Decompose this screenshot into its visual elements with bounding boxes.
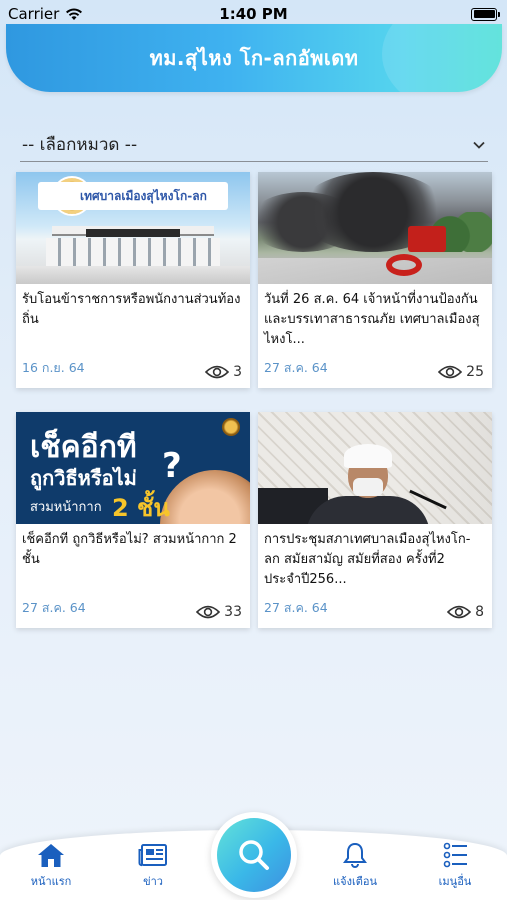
view-count-value: 25 bbox=[466, 364, 484, 380]
clock: 1:40 PM bbox=[219, 5, 288, 23]
app-header: ทม.สุไหง โก-ลกอัพเดท bbox=[6, 24, 502, 92]
page-title: ทม.สุไหง โก-ลกอัพเดท bbox=[149, 46, 359, 70]
nav-notifications[interactable]: แจ้งเตือน bbox=[320, 842, 390, 890]
view-count-value: 33 bbox=[224, 604, 242, 620]
search-button[interactable] bbox=[211, 812, 297, 898]
image-text-line3: สวมหน้ากาก bbox=[30, 500, 102, 515]
carrier-label: Carrier bbox=[8, 5, 60, 23]
news-card[interactable]: เช็คอีกที ? ถูกวิธีหรือไม่ สวมหน้ากาก 2 … bbox=[16, 412, 250, 628]
category-dropdown[interactable]: -- เลือกหมวด -- bbox=[20, 128, 488, 162]
bottom-navigation: หน้าแรก ข่าว แจ้งเตือน เมนูอื่น bbox=[0, 812, 507, 900]
nav-home[interactable]: หน้าแรก bbox=[16, 842, 86, 890]
image-banner-text: เทศบาลเมืองสุไหงโก-ลก bbox=[38, 182, 228, 210]
news-date: 27 ส.ค. 64 bbox=[264, 600, 328, 615]
news-image-fire-smoke bbox=[258, 172, 492, 284]
nav-news[interactable]: ข่าว bbox=[118, 842, 188, 890]
nav-more[interactable]: เมนูอื่น bbox=[420, 842, 490, 890]
view-count-value: 8 bbox=[475, 604, 484, 620]
news-image-council-meeting bbox=[258, 412, 492, 524]
news-date: 16 ก.ย. 64 bbox=[22, 360, 85, 375]
eye-icon bbox=[447, 605, 472, 619]
news-card[interactable]: การประชุมสภาเทศบาลเมืองสุไหงโก-ลก สมัยสา… bbox=[258, 412, 492, 628]
nav-news-label: ข่าว bbox=[143, 875, 163, 888]
news-card[interactable]: เทศบาลเมืองสุไหงโก-ลก รับโอนข้าราชการหรื… bbox=[16, 172, 250, 388]
category-selected-value: -- เลือกหมวด -- bbox=[22, 135, 138, 155]
eye-icon bbox=[196, 605, 221, 619]
view-count: 8 bbox=[447, 604, 484, 620]
view-count: 25 bbox=[438, 364, 484, 380]
chevron-down-icon bbox=[473, 141, 485, 149]
wifi-icon bbox=[66, 8, 83, 20]
image-text-question-mark: ? bbox=[162, 446, 182, 486]
search-icon bbox=[239, 840, 269, 870]
news-title: วันที่ 26 ส.ค. 64 เจ้าหน้าที่งานป้องกันแ… bbox=[264, 292, 480, 347]
eye-icon bbox=[438, 365, 463, 379]
view-count: 33 bbox=[196, 604, 242, 620]
news-image-municipal-building: เทศบาลเมืองสุไหงโก-ลก bbox=[16, 172, 250, 284]
news-title: การประชุมสภาเทศบาลเมืองสุไหงโก-ลก สมัยสา… bbox=[264, 532, 471, 587]
carrier-group: Carrier bbox=[8, 5, 83, 23]
battery-icon bbox=[471, 7, 500, 21]
newspaper-icon bbox=[138, 844, 167, 867]
bell-icon bbox=[343, 842, 367, 868]
eye-icon bbox=[205, 365, 230, 379]
news-image-mask-campaign: เช็คอีกที ? ถูกวิธีหรือไม่ สวมหน้ากาก 2 … bbox=[16, 412, 250, 524]
nav-more-label: เมนูอื่น bbox=[438, 875, 472, 888]
news-title: เช็คอีกที ถูกวิธีหรือไม่? สวมหน้ากาก 2 ช… bbox=[22, 532, 237, 567]
news-card[interactable]: วันที่ 26 ส.ค. 64 เจ้าหน้าที่งานป้องกันแ… bbox=[258, 172, 492, 388]
news-title: รับโอนข้าราชการหรือพนักงานส่วนท้องถิ่น bbox=[22, 292, 241, 327]
list-menu-icon bbox=[443, 842, 467, 868]
view-count: 3 bbox=[205, 364, 242, 380]
nav-notifications-label: แจ้งเตือน bbox=[333, 875, 377, 888]
nav-home-label: หน้าแรก bbox=[30, 875, 72, 888]
news-date: 27 ส.ค. 64 bbox=[22, 600, 86, 615]
home-icon bbox=[38, 844, 64, 867]
image-text-highlight: 2 ชั้น bbox=[112, 494, 170, 522]
view-count-value: 3 bbox=[233, 364, 242, 380]
municipal-seal-logo bbox=[222, 418, 240, 436]
news-date: 27 ส.ค. 64 bbox=[264, 360, 328, 375]
